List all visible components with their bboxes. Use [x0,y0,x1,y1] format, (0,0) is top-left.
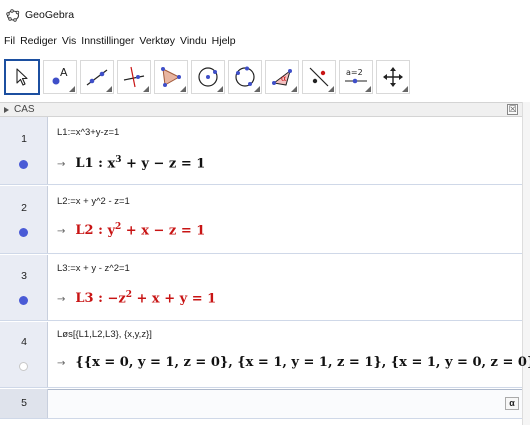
menu-vis[interactable]: Vis [62,35,76,47]
output-expression: x3 + y − z = 1 [107,155,206,172]
angle-tool-label: α [281,74,287,83]
tool-circle-center[interactable] [191,60,225,94]
tool-circle-three-points[interactable] [228,60,262,94]
cas-cell[interactable]: Løs[{L1,L2,L3}, {x,y,z}] → {{x = 0, y = … [48,322,530,387]
point-tool-label: A [60,66,68,79]
output-expression: −z2 + x + y = 1 [107,290,217,307]
geogebra-logo-icon [6,9,20,22]
cas-output: → {{x = 0, y = 1, z = 0}, {x = 1, y = 1,… [57,355,530,370]
cas-row-current[interactable]: 5 α [0,389,522,419]
row-number: 4 [21,336,27,348]
menu-fil[interactable]: Fil [4,35,15,47]
row-number: 3 [21,270,27,282]
tool-move-view[interactable] [376,60,410,94]
vertical-scrollbar[interactable] [522,102,530,425]
window-title: GeoGebra [25,9,75,21]
visibility-toggle-icon[interactable] [19,296,28,305]
visibility-toggle-icon[interactable] [19,228,28,237]
output-label: L3 : [75,291,103,307]
row-header[interactable]: 4 [0,322,48,387]
row-header[interactable]: 3 [0,255,48,320]
cas-view-header: CAS ☒ [0,102,522,117]
output-arrow-icon: → [57,226,66,238]
menu-bar: Fil Rediger Vis Innstillinger Verktøy Vi… [0,31,530,51]
tool-line[interactable] [80,60,114,94]
cas-sheet: 1 L1:=x^3+y-z=1 → L1 : x3 + y − z = 1 2 … [0,117,530,425]
visibility-toggle-icon[interactable] [19,160,28,169]
cas-row[interactable]: 3 L3:=x + y - z^2=1 → L3 : −z2 + x + y =… [0,255,522,321]
menu-hjelp[interactable]: Hjelp [212,35,236,47]
row-number: 2 [21,202,27,214]
row-number: 5 [21,397,27,409]
slider-tool-label: a=2 [346,68,363,77]
row-header[interactable]: 2 [0,186,48,253]
tool-slider[interactable]: a=2 [339,60,373,94]
tool-perpendicular[interactable] [117,60,151,94]
close-view-icon[interactable]: ☒ [507,104,518,115]
cas-cell[interactable]: L2:=x + y^2 - z=1 → L2 : y2 + x − z = 1 [48,186,522,253]
cas-input[interactable]: L3:=x + y - z^2=1 [57,263,130,274]
output-expression: y2 + x − z = 1 [107,222,206,239]
row-header[interactable]: 5 [0,389,48,418]
title-bar: GeoGebra [0,0,530,30]
visibility-toggle-icon[interactable] [19,362,28,371]
cas-output: → L3 : −z2 + x + y = 1 [57,290,216,306]
menu-innstillinger[interactable]: Innstillinger [81,35,134,47]
output-arrow-icon: → [57,358,66,369]
output-expression: {{x = 0, y = 1, z = 0}, {x = 1, y = 1, z… [75,355,530,370]
cas-input[interactable]: L1:=x^3+y-z=1 [57,127,119,138]
output-arrow-icon: → [57,159,66,171]
cas-cell[interactable]: L1:=x^3+y-z=1 → L1 : x3 + y − z = 1 [48,117,522,184]
output-label: L2 : [75,223,103,239]
cas-input[interactable]: Løs[{L1,L2,L3}, {x,y,z}] [57,329,152,340]
toolbar: A α a=2 [4,55,413,99]
row-number: 1 [21,133,27,145]
alpha-keyboard-button[interactable]: α [505,397,519,410]
cas-output: → L2 : y2 + x − z = 1 [57,222,205,238]
menu-verktoy[interactable]: Verktøy [139,35,175,47]
menu-vindu[interactable]: Vindu [180,35,207,47]
tool-move[interactable] [4,59,40,95]
row-header[interactable]: 1 [0,117,48,184]
tool-angle[interactable]: α [265,60,299,94]
cas-input[interactable]: L2:=x + y^2 - z=1 [57,196,130,207]
cas-row[interactable]: 4 Løs[{L1,L2,L3}, {x,y,z}] → {{x = 0, y … [0,322,530,388]
cas-input-cell[interactable]: α [48,389,522,418]
tool-point[interactable]: A [43,60,77,94]
cas-output: → L1 : x3 + y − z = 1 [57,155,205,171]
output-arrow-icon: → [57,294,66,306]
collapse-triangle-icon[interactable] [4,106,9,113]
menu-rediger[interactable]: Rediger [20,35,57,47]
output-label: L1 : [75,156,103,172]
cas-row[interactable]: 2 L2:=x + y^2 - z=1 → L2 : y2 + x − z = … [0,186,522,254]
move-arrow-icon [16,68,28,86]
tool-reflect[interactable] [302,60,336,94]
cas-view-title: CAS [14,104,35,115]
cas-cell[interactable]: L3:=x + y - z^2=1 → L3 : −z2 + x + y = 1 [48,255,522,320]
cas-row[interactable]: 1 L1:=x^3+y-z=1 → L1 : x3 + y − z = 1 [0,117,522,185]
tool-polygon[interactable] [154,60,188,94]
